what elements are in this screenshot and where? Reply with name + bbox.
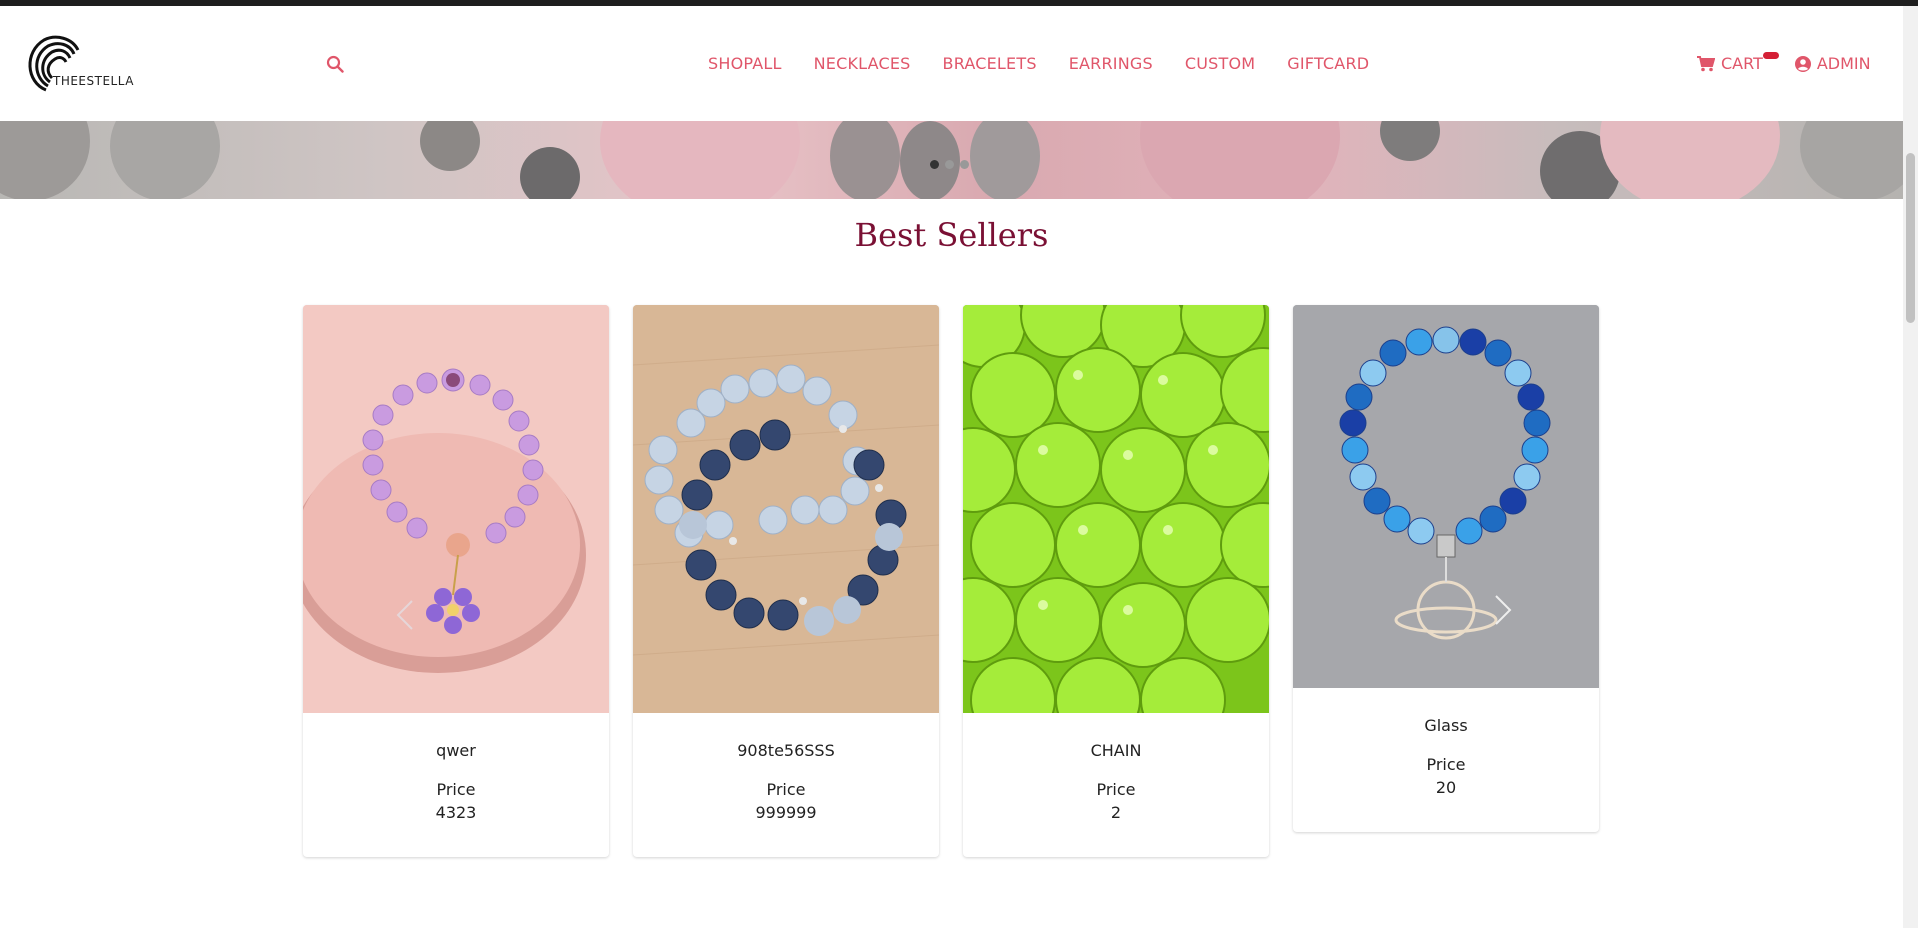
hero-carousel: [0, 121, 1903, 199]
product-image: [963, 305, 1269, 713]
page: THEESTELLA SHOPALL NECKLACES BRACELETS E…: [0, 6, 1903, 928]
carousel-dot[interactable]: [945, 160, 954, 169]
scrollbar-thumb[interactable]: [1906, 153, 1915, 323]
account-nav: CART ADMIN: [1697, 52, 1871, 73]
carousel-prev-icon[interactable]: [390, 595, 420, 635]
hero-bead: [0, 121, 90, 199]
carousel-dot[interactable]: [930, 160, 939, 169]
cart-link[interactable]: CART: [1697, 52, 1779, 73]
hero-bead: [110, 121, 220, 199]
bracelet-image: [303, 305, 609, 713]
product-card[interactable]: qwer Price 4323: [303, 305, 609, 857]
admin-label: ADMIN: [1816, 54, 1871, 73]
product-name: 908te56SSS: [737, 741, 835, 760]
hero-bead: [420, 121, 480, 171]
nav-earrings[interactable]: EARRINGS: [1069, 54, 1153, 82]
product-name: CHAIN: [1090, 741, 1142, 760]
nav-giftcard[interactable]: GIFTCARD: [1287, 54, 1369, 82]
brand-name: THEESTELLA: [53, 74, 134, 88]
price-label: Price: [436, 780, 476, 799]
product-card[interactable]: Glass Price 20: [1293, 305, 1599, 832]
search-button[interactable]: [326, 55, 350, 79]
product-card[interactable]: 908te56SSS Price 999999: [633, 305, 939, 857]
price-label: Price: [1096, 780, 1136, 799]
hero-bead: [970, 121, 1040, 199]
search-icon: [326, 55, 344, 73]
hero-bead: [600, 121, 800, 199]
cart-icon: [1697, 55, 1715, 71]
main-nav: SHOPALL NECKLACES BRACELETS EARRINGS CUS…: [692, 54, 1385, 82]
carousel-indicators: [930, 160, 969, 169]
carousel-dot[interactable]: [960, 160, 969, 169]
hero-bead: [1380, 121, 1440, 161]
product-image: [633, 305, 939, 713]
site-header: THEESTELLA SHOPALL NECKLACES BRACELETS E…: [0, 6, 1903, 121]
best-sellers-title: Best Sellers: [854, 216, 1049, 254]
nav-necklaces[interactable]: NECKLACES: [814, 54, 911, 82]
nav-custom[interactable]: CUSTOM: [1185, 54, 1255, 82]
cart-count-badge: [1763, 52, 1779, 59]
nav-shopall[interactable]: SHOPALL: [708, 54, 782, 82]
hero-bead: [520, 147, 580, 199]
product-image: [1293, 305, 1599, 688]
nav-bracelets[interactable]: BRACELETS: [943, 54, 1037, 82]
user-circle-icon: [1794, 55, 1811, 72]
product-card[interactable]: CHAIN Price 2: [963, 305, 1269, 857]
cart-label: CART: [1721, 54, 1763, 73]
admin-link[interactable]: ADMIN: [1794, 54, 1871, 73]
hero-bead: [1140, 121, 1340, 199]
hero-bead: [830, 121, 900, 199]
bracelet-image: [633, 305, 939, 713]
hero-bead: [1800, 121, 1903, 199]
product-price: 20: [1435, 778, 1457, 797]
product-name: Glass: [1424, 716, 1468, 735]
product-price: 4323: [435, 803, 477, 822]
carousel-next-icon[interactable]: [1488, 590, 1518, 630]
price-label: Price: [766, 780, 806, 799]
brand-logo[interactable]: THEESTELLA: [24, 32, 136, 96]
hero-bead: [1600, 121, 1780, 199]
price-label: Price: [1426, 755, 1466, 774]
product-price: 999999: [755, 803, 817, 822]
product-price: 2: [1110, 803, 1122, 822]
bracelet-image: [1293, 305, 1599, 688]
product-image: [303, 305, 609, 713]
beads-image: [963, 305, 1269, 713]
page-scrollbar[interactable]: [1903, 6, 1918, 928]
product-name: qwer: [436, 741, 476, 760]
